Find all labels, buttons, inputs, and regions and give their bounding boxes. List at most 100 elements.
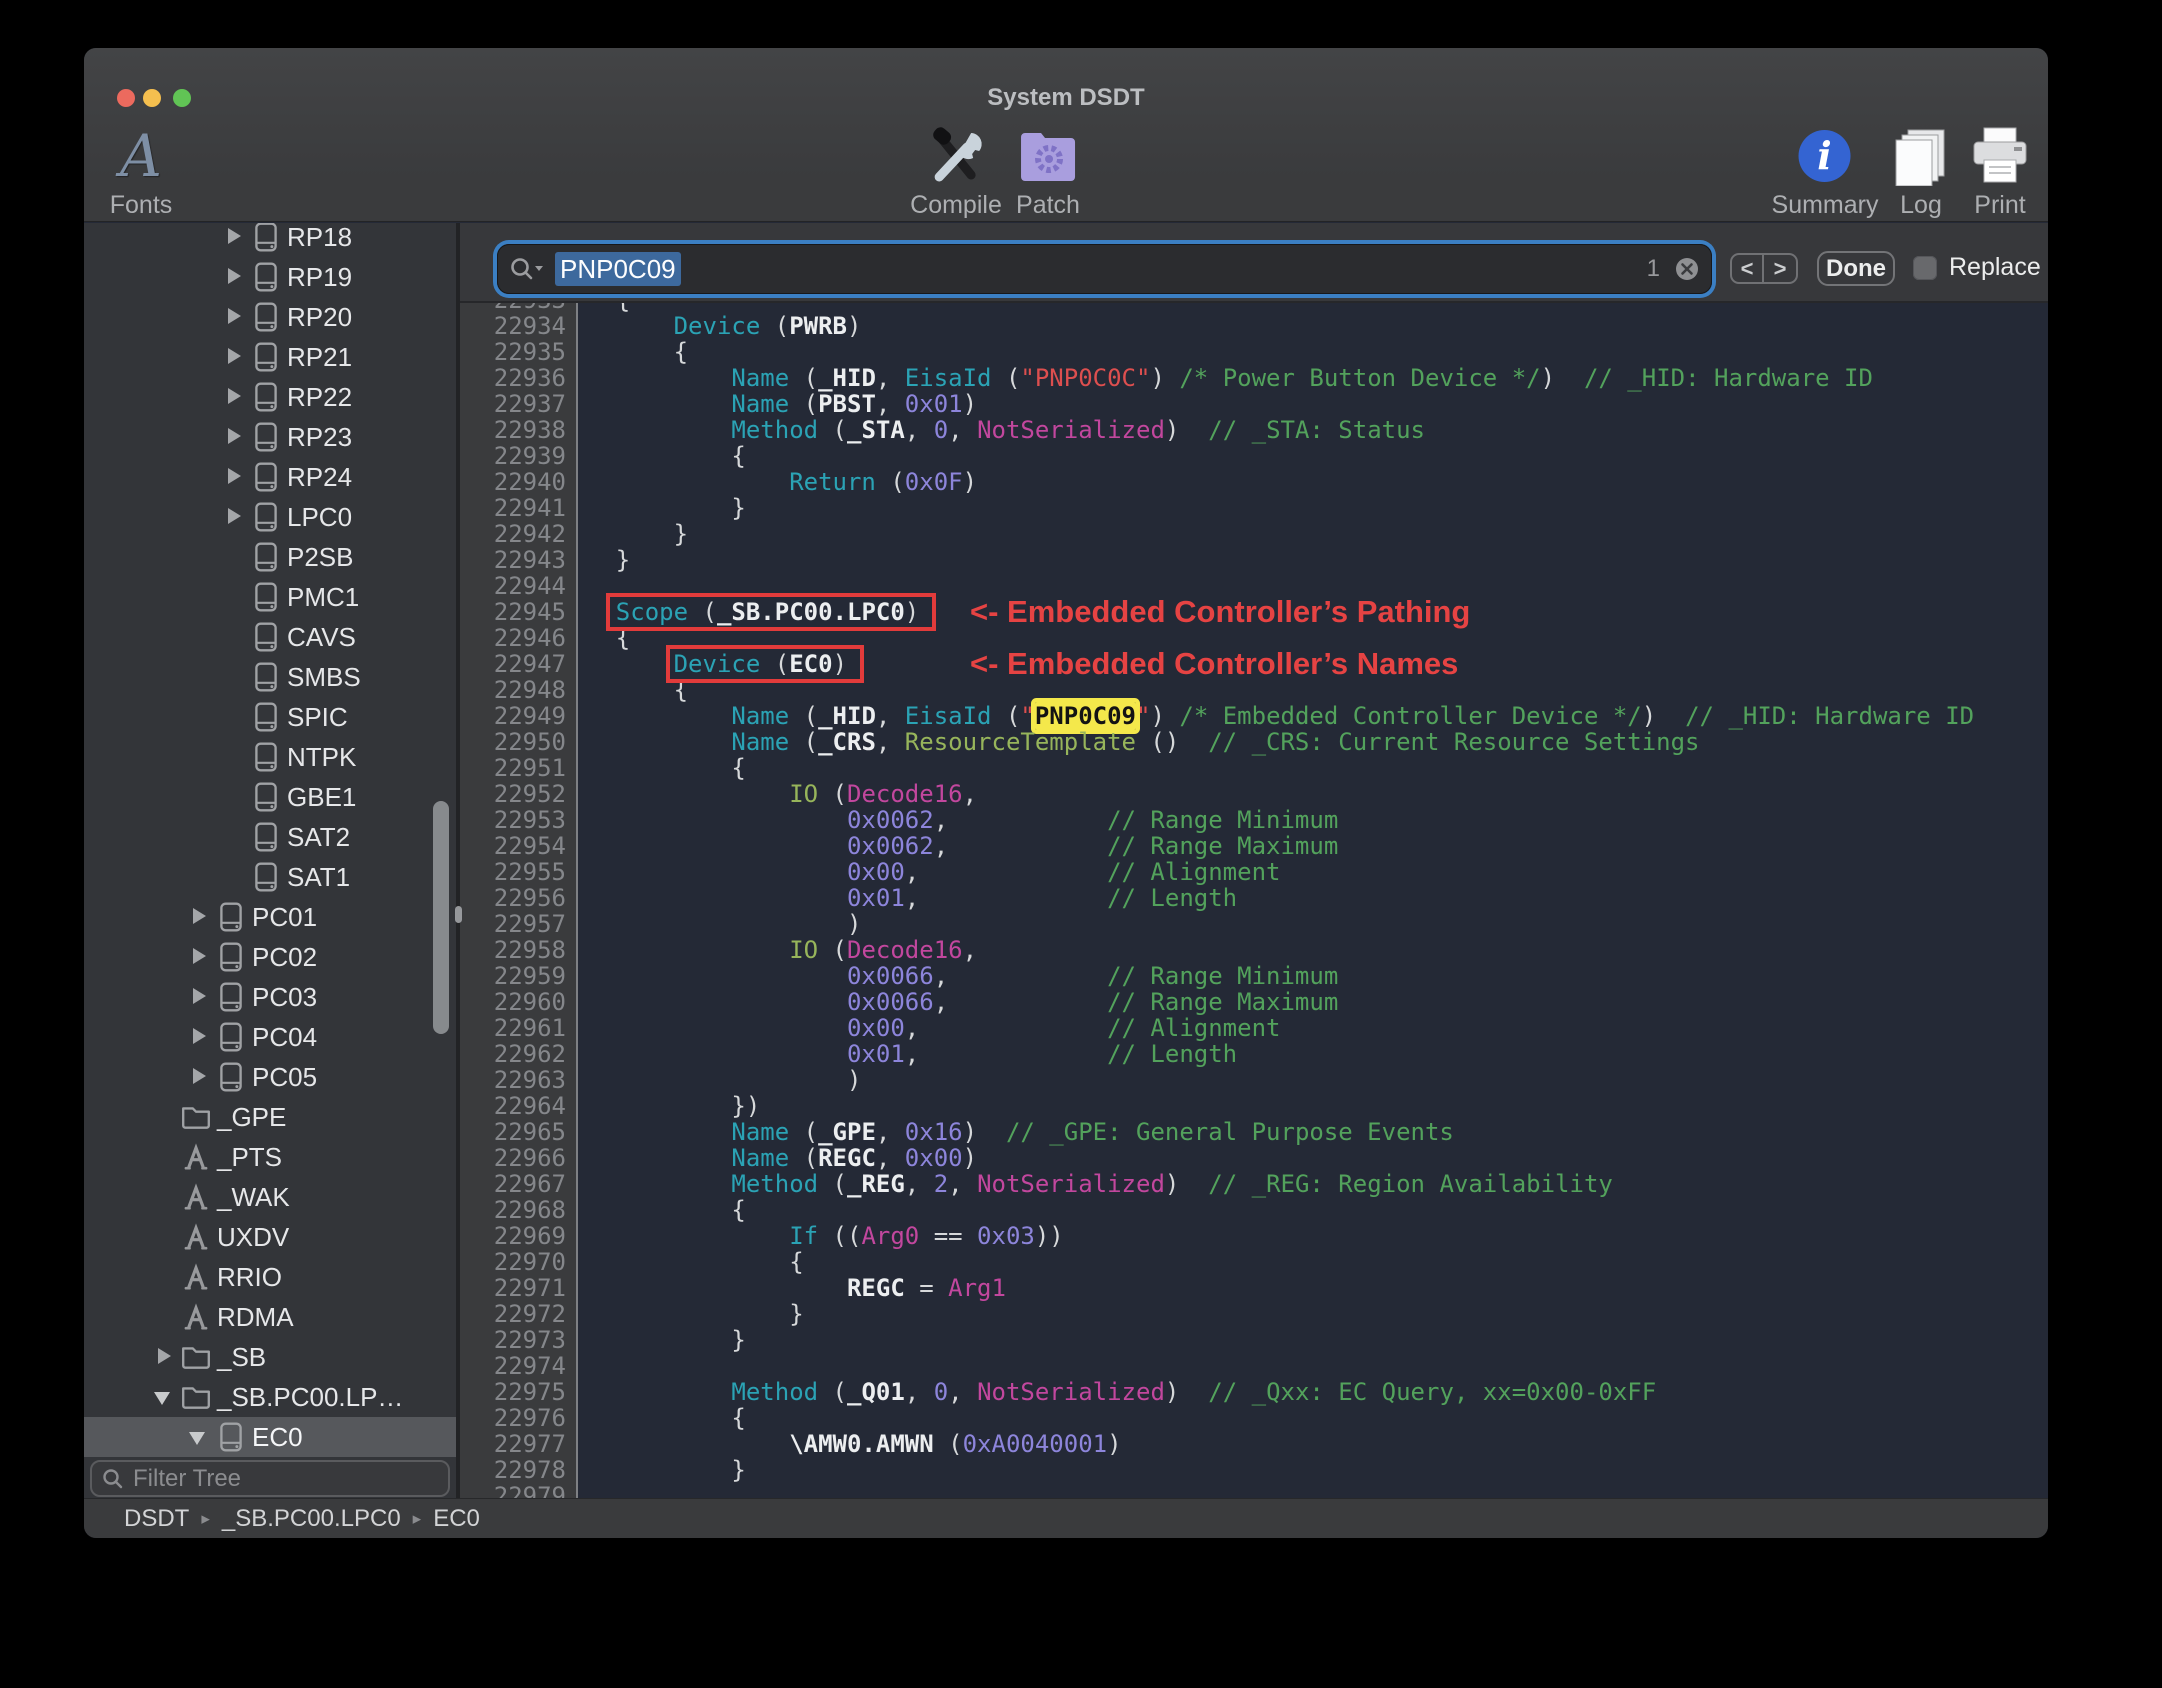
code-line[interactable]: 22970 { bbox=[460, 1249, 2048, 1275]
patch-button[interactable]: Patch bbox=[1016, 122, 1080, 220]
sidebar-item-pc01[interactable]: PC01 bbox=[84, 897, 456, 937]
code-line[interactable]: 22963 ) bbox=[460, 1067, 2048, 1093]
clear-search-icon[interactable] bbox=[1674, 256, 1700, 282]
code-line[interactable]: 22957 ) bbox=[460, 911, 2048, 937]
sidebar-item-sbpc00lp[interactable]: _SB.PC00.LP… bbox=[84, 1377, 456, 1417]
sidebar-item-gbe1[interactable]: GBE1 bbox=[84, 777, 456, 817]
code-line[interactable]: 22940 Return (0x0F) bbox=[460, 469, 2048, 495]
code-line[interactable]: 22953 0x0062, // Range Minimum bbox=[460, 807, 2048, 833]
pane-divider-handle[interactable] bbox=[455, 906, 462, 923]
code-line[interactable]: 22935 { bbox=[460, 339, 2048, 365]
disclosure-closed-icon[interactable] bbox=[220, 425, 250, 449]
code-line[interactable]: 22979 bbox=[460, 1483, 2048, 1498]
sidebar-item-cavs[interactable]: CAVS bbox=[84, 617, 456, 657]
sidebar-item-pc02[interactable]: PC02 bbox=[84, 937, 456, 977]
find-previous-button[interactable]: < bbox=[1732, 255, 1764, 282]
breadcrumb-item[interactable]: _SB.PC00.LPC0 bbox=[222, 1505, 401, 1533]
sidebar-scrollbar[interactable] bbox=[433, 801, 449, 1034]
disclosure-closed-icon[interactable] bbox=[185, 1025, 215, 1049]
log-button[interactable]: Log bbox=[1892, 122, 1950, 220]
sidebar-item-rp18[interactable]: RP18 bbox=[84, 223, 456, 257]
code-line[interactable]: 22952 IO (Decode16, bbox=[460, 781, 2048, 807]
code-line[interactable]: 22976 { bbox=[460, 1405, 2048, 1431]
disclosure-closed-icon[interactable] bbox=[220, 465, 250, 489]
code-line[interactable]: 22951 { bbox=[460, 755, 2048, 781]
breadcrumb-item[interactable]: DSDT bbox=[124, 1505, 189, 1533]
code-line[interactable]: 22978 } bbox=[460, 1457, 2048, 1483]
sidebar-item-rp23[interactable]: RP23 bbox=[84, 417, 456, 457]
sidebar-item-wak[interactable]: _WAK bbox=[84, 1177, 456, 1217]
replace-checkbox[interactable] bbox=[1913, 256, 1937, 280]
code-line[interactable]: 22936 Name (_HID, EisaId ("PNP0C0C") /* … bbox=[460, 365, 2048, 391]
code-line[interactable]: 22962 0x01, // Length bbox=[460, 1041, 2048, 1067]
compile-button[interactable]: Compile bbox=[910, 122, 1002, 220]
sidebar-item-ec0[interactable]: EC0 bbox=[84, 1417, 456, 1457]
disclosure-closed-icon[interactable] bbox=[185, 905, 215, 929]
sidebar-item-p2sb[interactable]: P2SB bbox=[84, 537, 456, 577]
code-view[interactable]: 22933 {22934 Device (PWRB)22935 {22936 N… bbox=[460, 303, 2048, 1498]
sidebar-item-spic[interactable]: SPIC bbox=[84, 697, 456, 737]
sidebar-item-pts[interactable]: _PTS bbox=[84, 1137, 456, 1177]
code-line[interactable]: 22938 Method (_STA, 0, NotSerialized) //… bbox=[460, 417, 2048, 443]
code-line[interactable]: 22943 } bbox=[460, 547, 2048, 573]
disclosure-closed-icon[interactable] bbox=[220, 505, 250, 529]
disclosure-closed-icon[interactable] bbox=[220, 385, 250, 409]
code-line[interactable]: 22961 0x00, // Alignment bbox=[460, 1015, 2048, 1041]
sidebar-item-rp24[interactable]: RP24 bbox=[84, 457, 456, 497]
code-line[interactable]: 22934 Device (PWRB) bbox=[460, 313, 2048, 339]
code-line[interactable]: 22942 } bbox=[460, 521, 2048, 547]
done-button[interactable]: Done bbox=[1817, 251, 1895, 286]
code-line[interactable]: 22973 } bbox=[460, 1327, 2048, 1353]
sidebar-item-rp21[interactable]: RP21 bbox=[84, 337, 456, 377]
sidebar-item-sat1[interactable]: SAT1 bbox=[84, 857, 456, 897]
breadcrumb-item[interactable]: EC0 bbox=[433, 1505, 480, 1533]
code-line[interactable]: 22974 bbox=[460, 1353, 2048, 1379]
code-line[interactable]: 22967 Method (_REG, 2, NotSerialized) //… bbox=[460, 1171, 2048, 1197]
code-line[interactable]: 22977 \AMW0.AMWN (0xA0040001) bbox=[460, 1431, 2048, 1457]
sidebar-item-uxdv[interactable]: UXDV bbox=[84, 1217, 456, 1257]
code-line[interactable]: 22937 Name (PBST, 0x01) bbox=[460, 391, 2048, 417]
code-line[interactable]: 22955 0x00, // Alignment bbox=[460, 859, 2048, 885]
sidebar-item-rrio[interactable]: RRIO bbox=[84, 1257, 456, 1297]
code-line[interactable]: 22969 If ((Arg0 == 0x03)) bbox=[460, 1223, 2048, 1249]
sidebar-item-ntpk[interactable]: NTPK bbox=[84, 737, 456, 777]
sidebar-item-rp19[interactable]: RP19 bbox=[84, 257, 456, 297]
code-line[interactable]: 22960 0x0066, // Range Maximum bbox=[460, 989, 2048, 1015]
code-line[interactable]: 22965 Name (_GPE, 0x16) // _GPE: General… bbox=[460, 1119, 2048, 1145]
disclosure-closed-icon[interactable] bbox=[220, 265, 250, 289]
filter-tree-field[interactable] bbox=[90, 1460, 450, 1497]
disclosure-closed-icon[interactable] bbox=[185, 985, 215, 1009]
disclosure-open-icon[interactable] bbox=[150, 1385, 180, 1409]
code-line[interactable]: 22950 Name (_CRS, ResourceTemplate () //… bbox=[460, 729, 2048, 755]
disclosure-closed-icon[interactable] bbox=[220, 225, 250, 249]
code-line[interactable]: 22939 { bbox=[460, 443, 2048, 469]
fonts-button[interactable]: A Fonts bbox=[110, 122, 173, 220]
sidebar-item-lpc0[interactable]: LPC0 bbox=[84, 497, 456, 537]
code-line[interactable]: 22941 } bbox=[460, 495, 2048, 521]
code-line[interactable]: 22968 { bbox=[460, 1197, 2048, 1223]
sidebar-item-pmc1[interactable]: PMC1 bbox=[84, 577, 456, 617]
disclosure-closed-icon[interactable] bbox=[220, 345, 250, 369]
sidebar-item-gpe[interactable]: _GPE bbox=[84, 1097, 456, 1137]
code-line[interactable]: 22959 0x0066, // Range Minimum bbox=[460, 963, 2048, 989]
find-next-button[interactable]: > bbox=[1764, 255, 1796, 282]
disclosure-closed-icon[interactable] bbox=[220, 305, 250, 329]
disclosure-open-icon[interactable] bbox=[185, 1425, 215, 1449]
disclosure-closed-icon[interactable] bbox=[185, 1065, 215, 1089]
code-line[interactable]: 22958 IO (Decode16, bbox=[460, 937, 2048, 963]
sidebar-item-sb[interactable]: _SB bbox=[84, 1337, 456, 1377]
sidebar-item-rp22[interactable]: RP22 bbox=[84, 377, 456, 417]
code-line[interactable]: 22956 0x01, // Length bbox=[460, 885, 2048, 911]
disclosure-closed-icon[interactable] bbox=[150, 1345, 180, 1369]
code-line[interactable]: 22966 Name (REGC, 0x00) bbox=[460, 1145, 2048, 1171]
summary-button[interactable]: i Summary bbox=[1772, 122, 1878, 220]
code-line[interactable]: 22975 Method (_Q01, 0, NotSerialized) //… bbox=[460, 1379, 2048, 1405]
sidebar-item-pc03[interactable]: PC03 bbox=[84, 977, 456, 1017]
sidebar-item-rdma[interactable]: RDMA bbox=[84, 1297, 456, 1337]
code-line[interactable]: 22971 REGC = Arg1 bbox=[460, 1275, 2048, 1301]
code-line[interactable]: 22972 } bbox=[460, 1301, 2048, 1327]
sidebar-item-smbs[interactable]: SMBS bbox=[84, 657, 456, 697]
print-button[interactable]: Print bbox=[1970, 122, 2030, 220]
code-line[interactable]: 22964 }) bbox=[460, 1093, 2048, 1119]
sidebar-item-pc05[interactable]: PC05 bbox=[84, 1057, 456, 1097]
